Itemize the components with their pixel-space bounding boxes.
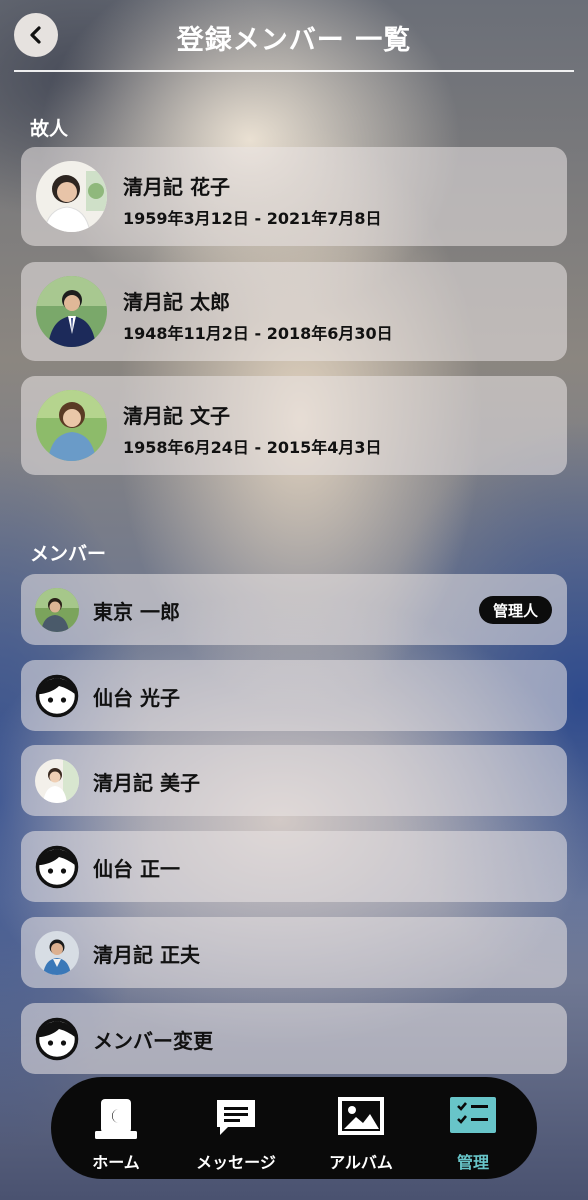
deceased-card[interactable]: 清月記 文子 1958年6月24日 - 2015年4月3日: [21, 376, 567, 475]
member-name: 仙台 正一: [93, 857, 180, 881]
message-icon: [217, 1100, 255, 1135]
member-name: 仙台 光子: [93, 686, 180, 710]
member-change-button[interactable]: メンバー変更: [21, 1003, 567, 1074]
nav-item-message[interactable]: メッセージ: [181, 1077, 291, 1179]
member-name: 清月記 美子: [93, 771, 200, 795]
nav-label: ホーム: [92, 1153, 140, 1172]
section-label-deceased: 故人: [30, 118, 69, 140]
member-card[interactable]: 仙台 正一: [21, 831, 567, 902]
member-card[interactable]: 清月記 正夫: [21, 917, 567, 988]
deceased-card[interactable]: 清月記 花子 1959年3月12日 - 2021年7月8日: [21, 147, 567, 246]
deceased-photo: [36, 276, 107, 347]
image-icon: [338, 1097, 384, 1135]
deceased-name: 清月記 文子: [123, 404, 230, 428]
member-photo: [35, 759, 79, 803]
deceased-dates: 1948年11月2日 - 2018年6月30日: [123, 324, 393, 343]
checklist-icon: [450, 1097, 496, 1133]
nav-item-album[interactable]: アルバム: [306, 1077, 416, 1179]
member-card[interactable]: 清月記 美子: [21, 745, 567, 816]
gravestone-icon: [95, 1099, 137, 1139]
nav-label: メッセージ: [196, 1153, 276, 1172]
face-icon: [35, 845, 79, 889]
member-card[interactable]: 仙台 光子: [21, 660, 567, 731]
deceased-name: 清月記 花子: [123, 175, 230, 199]
deceased-dates: 1959年3月12日 - 2021年7月8日: [123, 209, 382, 228]
member-change-label: メンバー変更: [93, 1029, 213, 1053]
section-label-members: メンバー: [30, 543, 107, 565]
nav-item-home[interactable]: ホーム: [61, 1077, 171, 1179]
deceased-dates: 1958年6月24日 - 2015年4月3日: [123, 438, 382, 457]
deceased-name: 清月記 太郎: [123, 290, 230, 314]
deceased-photo: [36, 390, 107, 461]
nav-label: アルバム: [329, 1153, 393, 1172]
member-photo: [35, 931, 79, 975]
member-photo: [35, 588, 79, 632]
member-name: 東京 一郎: [93, 600, 180, 624]
header: 登録メンバー 一覧: [0, 0, 588, 72]
face-icon: [35, 1017, 79, 1061]
admin-badge: 管理人: [478, 596, 552, 624]
face-icon: [35, 674, 79, 718]
page-title: 登録メンバー 一覧: [176, 25, 412, 56]
nav-item-manage[interactable]: 管理: [418, 1077, 528, 1179]
bottom-nav: ホーム メッセージ アルバム 管理: [51, 1077, 537, 1179]
deceased-photo: [36, 161, 107, 232]
member-name: 清月記 正夫: [93, 943, 200, 967]
nav-label: 管理: [456, 1153, 489, 1172]
member-card[interactable]: 東京 一郎 管理人: [21, 574, 567, 645]
deceased-card[interactable]: 清月記 太郎 1948年11月2日 - 2018年6月30日: [21, 262, 567, 361]
header-divider: [14, 70, 574, 72]
